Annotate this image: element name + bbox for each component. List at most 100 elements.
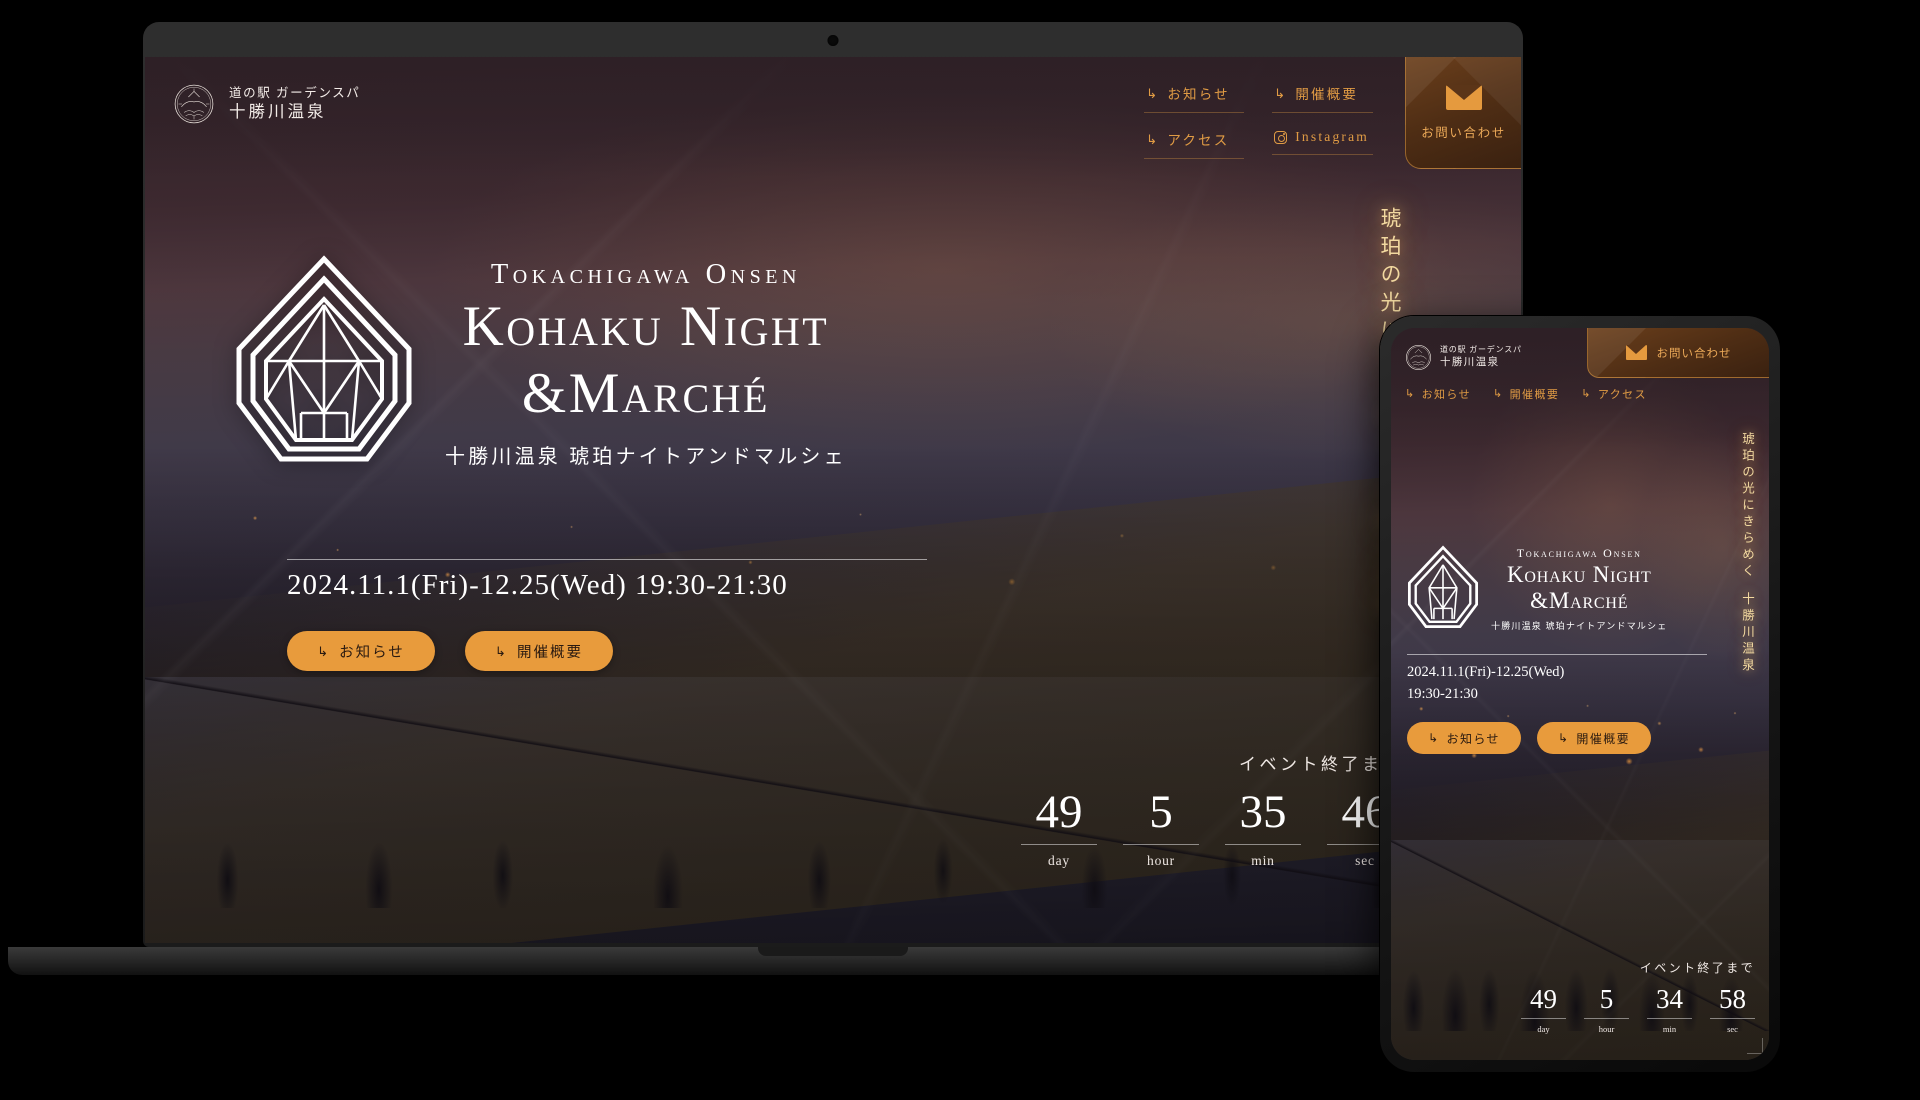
nav-item-instagram[interactable]: Instagram <box>1272 123 1373 155</box>
amber-gem-logo-icon <box>1407 545 1479 628</box>
mobile-brand-text: 道の駅 ガーデンスパ 十勝川温泉 <box>1440 345 1522 369</box>
countdown-value: 49 <box>1021 789 1097 845</box>
mobile-nav-label: お知らせ <box>1421 389 1472 401</box>
mobile-nav-item-access[interactable]: ↳ アクセス <box>1581 386 1647 402</box>
mobile-vertical-tagline-right: 琥珀の光にきらめく <box>1740 432 1754 581</box>
site-header: 道の駅 ガーデンスパ 十勝川温泉 ↳ お知らせ ↳ アクセス ↳ 開催概要 In… <box>145 57 1521 169</box>
hero-title-line-1: Kohaku Night <box>462 295 830 359</box>
hero-divider <box>287 559 927 560</box>
resize-handle-icon[interactable] <box>1747 1038 1763 1054</box>
mobile-countdown-unit-label: hour <box>1598 1024 1615 1034</box>
hero-button-label: 開催概要 <box>516 644 583 661</box>
laptop-camera-icon <box>827 35 839 46</box>
mobile-countdown-units: 49 day 5 hour 34 min 58 sec <box>1521 986 1755 1034</box>
countdown-unit-day: 49 day <box>1021 789 1097 869</box>
hero-button-label: お知らせ <box>339 644 405 661</box>
arrow-down-left-icon: ↳ <box>317 643 331 659</box>
mobile-countdown-timer: イベント終了まで 49 day 5 hour 34 min 58 sec <box>1521 959 1755 1034</box>
laptop-trackpad-notch <box>758 947 908 956</box>
mobile-countdown-value: 58 <box>1710 986 1755 1019</box>
hero-event-date: 2024.11.1(Fri)-12.25(Wed) 19:30-21:30 <box>287 569 788 601</box>
instagram-icon <box>1274 130 1288 144</box>
nav-item-access[interactable]: ↳ アクセス <box>1144 123 1245 159</box>
laptop-screen: 道の駅 ガーデンスパ 十勝川温泉 ↳ お知らせ ↳ アクセス ↳ 開催概要 In… <box>145 57 1521 943</box>
mobile-countdown-unit-label: sec <box>1727 1024 1738 1034</box>
arrow-down-left-icon: ↳ <box>1405 387 1416 400</box>
mobile-contact-label: お問い合わせ <box>1656 347 1732 360</box>
hero-button-news[interactable]: ↳ お知らせ <box>287 631 435 671</box>
mobile-button-label: お知らせ <box>1446 731 1500 746</box>
mobile-title-line-2: &Marché <box>1530 588 1629 613</box>
mobile-event-date-line-2: 19:30-21:30 <box>1407 685 1478 702</box>
arrow-down-left-icon: ↳ <box>1581 387 1592 400</box>
countdown-unit-min: 35 min <box>1225 789 1301 869</box>
phone-body: 道の駅 ガーデンスパ 十勝川温泉 お問い合わせ ↳ お知らせ ↳ 開催概要 ↳ … <box>1380 316 1780 1072</box>
laptop-lid: 道の駅 ガーデンスパ 十勝川温泉 ↳ お知らせ ↳ アクセス ↳ 開催概要 In… <box>143 22 1523 947</box>
mobile-event-date: 2024.11.1(Fri)-12.25(Wed) 19:30-21:30 <box>1407 662 1564 706</box>
countdown-value: 35 <box>1225 789 1301 845</box>
mobile-nav-item-news[interactable]: ↳ お知らせ <box>1405 386 1471 402</box>
mobile-countdown-unit-label: min <box>1662 1024 1677 1034</box>
mobile-vertical-tagline: 琥珀の光にきらめく 十勝川温泉 <box>1738 432 1757 674</box>
mobile-subtitle-jp: 十勝川温泉 琥珀ナイトアンドマルシェ <box>1491 621 1668 632</box>
mobile-button-news[interactable]: ↳ お知らせ <box>1407 722 1521 754</box>
mobile-nav-item-overview[interactable]: ↳ 開催概要 <box>1493 386 1559 402</box>
mobile-nav-label: アクセス <box>1597 389 1647 401</box>
nav-item-label: お知らせ <box>1167 87 1230 102</box>
laptop-mockup: 道の駅 ガーデンスパ 十勝川温泉 ↳ お知らせ ↳ アクセス ↳ 開催概要 In… <box>8 22 1658 975</box>
website-viewport-desktop: 道の駅 ガーデンスパ 十勝川温泉 ↳ お知らせ ↳ アクセス ↳ 開催概要 In… <box>145 57 1521 943</box>
mobile-brand-line-1: 道の駅 ガーデンスパ <box>1440 345 1522 355</box>
mobile-button-label: 開催概要 <box>1576 731 1631 746</box>
nav-column-2: ↳ 開催概要 Instagram <box>1272 77 1373 159</box>
nav-item-news[interactable]: ↳ お知らせ <box>1144 77 1245 113</box>
hero-titles: Tokachigawa Onsen Kohaku Night &Marché 十… <box>445 259 847 469</box>
nav-item-label: Instagram <box>1295 129 1369 144</box>
mobile-contact-button[interactable]: お問い合わせ <box>1587 328 1769 378</box>
contact-button-label: お問い合わせ <box>1421 125 1506 140</box>
mobile-countdown-unit-day: 49 day <box>1521 986 1566 1034</box>
seal-emblem-icon <box>1406 345 1431 370</box>
nav-item-label: 開催概要 <box>1295 87 1359 102</box>
mobile-countdown-unit-min: 34 min <box>1647 986 1692 1034</box>
screenshot-stage: 道の駅 ガーデンスパ 十勝川温泉 ↳ お知らせ ↳ アクセス ↳ 開催概要 In… <box>0 0 1920 1100</box>
arrow-down-left-icon: ↳ <box>1274 85 1288 101</box>
hero-title-small: Tokachigawa Onsen <box>490 259 801 291</box>
hero-subtitle-jp: 十勝川温泉 琥珀ナイトアンドマルシェ <box>445 445 847 468</box>
countdown-unit-label: hour <box>1147 853 1175 868</box>
brand-text: 道の駅 ガーデンスパ 十勝川温泉 <box>229 85 360 123</box>
contact-button[interactable]: お問い合わせ <box>1405 57 1521 169</box>
mobile-site-header: 道の駅 ガーデンスパ 十勝川温泉 お問い合わせ ↳ お知らせ ↳ 開催概要 ↳ … <box>1391 328 1769 420</box>
mobile-countdown-value: 34 <box>1647 986 1692 1019</box>
mobile-hero-divider <box>1407 654 1707 655</box>
hero-button-overview[interactable]: ↳ 開催概要 <box>465 631 613 671</box>
phone-mockup: 道の駅 ガーデンスパ 十勝川温泉 お問い合わせ ↳ お知らせ ↳ 開催概要 ↳ … <box>1380 316 1780 1072</box>
arrow-down-left-icon: ↳ <box>1493 387 1504 400</box>
countdown-value: 5 <box>1123 789 1199 845</box>
mobile-countdown-unit-hour: 5 hour <box>1584 986 1629 1034</box>
seal-emblem-icon <box>174 84 214 124</box>
hero-section: Tokachigawa Onsen Kohaku Night &Marché 十… <box>233 253 993 475</box>
mobile-countdown-label: イベント終了まで <box>1639 961 1755 975</box>
mobile-nav-label: 開催概要 <box>1509 389 1560 401</box>
nav-item-overview[interactable]: ↳ 開催概要 <box>1272 77 1373 113</box>
mobile-hero-section: Tokachigawa Onsen Kohaku Night &Marché 十… <box>1407 544 1668 634</box>
mobile-hero-titles: Tokachigawa Onsen Kohaku Night &Marché 十… <box>1491 546 1668 632</box>
mobile-countdown-value: 5 <box>1584 986 1629 1019</box>
arrow-down-left-icon: ↳ <box>495 643 508 659</box>
primary-navigation: ↳ お知らせ ↳ アクセス ↳ 開催概要 Instagram <box>1144 77 1373 159</box>
website-viewport-mobile: 道の駅 ガーデンスパ 十勝川温泉 お問い合わせ ↳ お知らせ ↳ 開催概要 ↳ … <box>1391 328 1769 1060</box>
hero-cta-buttons: ↳ お知らせ ↳ 開催概要 <box>287 631 613 671</box>
amber-gem-logo-icon <box>236 255 412 462</box>
mobile-button-overview[interactable]: ↳ 開催概要 <box>1537 722 1651 754</box>
arrow-down-left-icon: ↳ <box>1557 731 1570 745</box>
hero-row: Tokachigawa Onsen Kohaku Night &Marché 十… <box>233 253 993 475</box>
brand-logo[interactable]: 道の駅 ガーデンスパ 十勝川温泉 <box>173 83 360 125</box>
mobile-title-line-1: Kohaku Night <box>1506 561 1652 587</box>
arrow-down-left-icon: ↳ <box>1146 85 1160 101</box>
brand-line-1: 道の駅 ガーデンスパ <box>229 85 361 100</box>
mobile-countdown-unit-label: day <box>1537 1024 1550 1034</box>
mobile-brand-logo[interactable]: 道の駅 ガーデンスパ 十勝川温泉 <box>1405 344 1522 371</box>
mail-envelope-icon <box>1445 84 1482 110</box>
arrow-down-left-icon: ↳ <box>1146 131 1160 147</box>
countdown-timer: イベント終了まで 49 day 5 hour 35 min 46 sec <box>1021 750 1403 869</box>
